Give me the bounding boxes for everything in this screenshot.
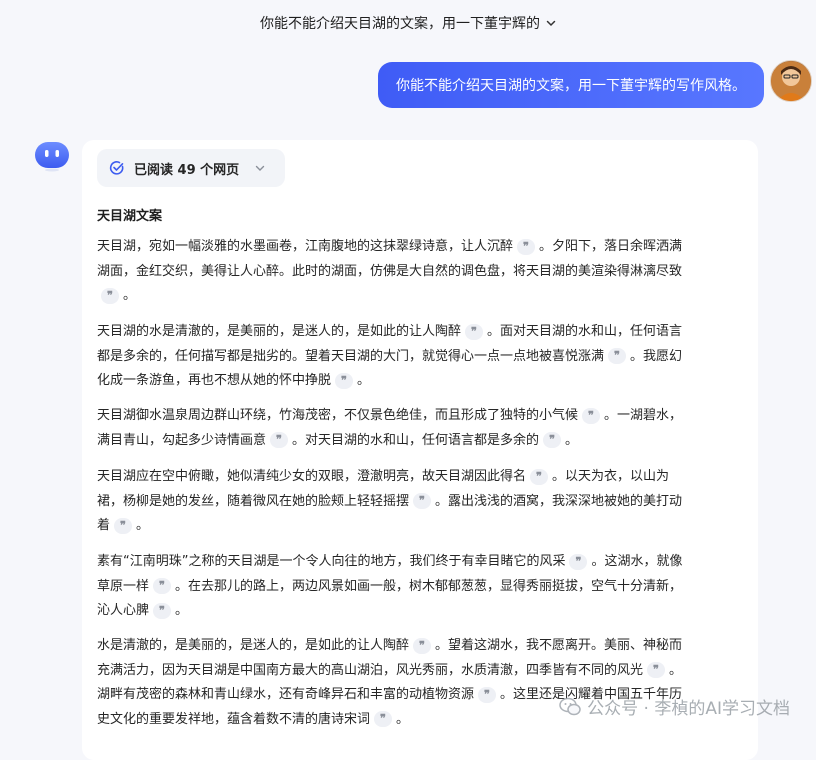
citation-quote-icon[interactable]: ❞ [153,602,172,619]
citation-quote-icon[interactable]: ❞ [569,553,588,570]
answer-paragraph: 天目湖御水温泉周边群山环绕，竹海茂密，不仅景色绝佳，而且形成了独特的小气候 ❞ 。一… [97,404,747,453]
answer-line: 天目湖，宛如一幅淡雅的水墨画卷，江南腹地的这抹翠绿诗意，让人沉醉 ❞ 。夕阳下，落日… [97,235,747,260]
answer-text: 。面对天目湖的水和山，任何语言 [487,324,683,339]
answer-line: 天目湖的水是清澈的，是美丽的，是迷人的，是如此的让人陶醉 ❞ 。面对天目湖的水和山，… [97,320,747,345]
answer-text: 天目湖的水是清澈的，是美丽的，是迷人的，是如此的让人陶醉 [97,324,462,339]
answer-line: 素有“江南明珠”之称的天目湖是一个令人向往的地方，我们终于有幸目睹它的风采 ❞ 。这… [97,550,747,575]
citation-quote-icon[interactable]: ❞ [270,432,289,448]
answer-heading: 天目湖文案 [97,209,163,224]
answer-text: 。 [123,288,137,303]
citation-quote-icon[interactable]: ❞ [465,323,484,340]
answer-text: 。 [357,373,371,388]
answer-line: ❞。 [97,284,747,309]
citation-quote-icon[interactable]: ❞ [517,238,536,255]
answer-text: 。 [175,603,189,618]
sources-read-label: 已阅读 49 个网页 [134,162,240,178]
user-avatar[interactable] [770,60,812,102]
answer-text: 天目湖应在空中俯瞰，她似清纯少女的双眼，澄澈明亮，故天目湖因此得名 [97,469,527,484]
answer-line: 天目湖御水温泉周边群山环绕，竹海茂密，不仅景色绝佳，而且形成了独特的小气候 ❞ 。一… [97,404,747,429]
answer-line: 都是多余的，任何描写都是拙劣的。望着天目湖的大门，就觉得心一点一点地被喜悦涨满 ❞… [97,345,747,370]
answer-text: 裙，杨柳是她的发丝，随着微风在她的脸颊上轻轻摇摆 [97,493,410,509]
answer-text: 。这湖水，就像 [591,554,683,569]
user-message-row: 你能不能介绍天目湖的文案，用一下董宇辉的写作风格。 [0,60,816,110]
citation-quote-icon[interactable]: ❞ [413,637,432,654]
answer-text: 水是清澈的，是美丽的，是迷人的，是如此的让人陶醉 [97,638,410,653]
answer-text: 天目湖御水温泉周边群山环绕，竹海茂密，不仅景色绝佳，而且形成了独特的小气候 [97,408,579,423]
answer-line: 沁人心脾 ❞。 [97,599,747,624]
answer-text: 满目青山，勾起多少诗情画意 [97,432,267,448]
answer-line: 水是清澈的，是美丽的，是迷人的，是如此的让人陶醉 ❞ 。望着这湖水，我不愿离开。美丽… [97,634,747,659]
check-circle-icon [109,160,125,176]
answer-paragraph: 天目湖的水是清澈的，是美丽的，是迷人的，是如此的让人陶醉 ❞ 。面对天目湖的水和山，… [97,320,747,394]
user-message-text: 你能不能介绍天目湖的文案，用一下董宇辉的写作风格。 [396,78,746,94]
answer-text: 。夕阳下，落日余晖洒满 [539,239,683,254]
answer-text: 草原一样 [97,578,150,594]
assistant-avatar-icon [34,140,70,172]
citation-quote-icon[interactable]: ❞ [101,287,119,304]
answer-text: 。望着这湖水，我不愿离开。美丽、神秘而 [435,638,683,653]
citation-quote-icon[interactable]: ❞ [647,662,666,678]
answer-text: 。一湖碧水， [604,408,683,423]
answer-text: 。对天目湖的水和山，任何语言都是多余的 [292,432,540,448]
wechat-icon [559,697,581,717]
citation-quote-icon[interactable]: ❞ [543,432,562,448]
answer-paragraph: 天目湖，宛如一幅淡雅的水墨画卷，江南腹地的这抹翠绿诗意，让人沉醉 ❞ 。夕阳下，落日… [97,235,747,309]
sources-read-toggle[interactable]: 已阅读 49 个网页 [97,149,285,187]
answer-text: 充满活力，因为天目湖是中国南方最大的高山湖泊，风光秀丽，水质清澈，四季皆有不同的… [97,662,644,678]
answer-text: 。以天为衣，以山为 [552,469,670,484]
chevron-down-icon [255,163,265,173]
answer-text: 。我愿幻 [630,348,683,364]
citation-quote-icon[interactable]: ❞ [114,517,133,534]
answer-text: 天目湖，宛如一幅淡雅的水墨画卷，江南腹地的这抹翠绿诗意，让人沉醉 [97,239,514,254]
answer-text: 。在去那儿的路上，两边风景如画一般，树木郁郁葱葱，显得秀丽挺拔，空气十分清新， [175,578,683,594]
user-message-bubble: 你能不能介绍天目湖的文案，用一下董宇辉的写作风格。 [378,62,764,108]
answer-line: 满目青山，勾起多少诗情画意 ❞ 。对天目湖的水和山，任何语言都是多余的 ❞。 [97,429,747,454]
assistant-answer-card: 已阅读 49 个网页 天目湖文案 天目湖，宛如一幅淡雅的水墨画卷，江南腹地的这抹… [82,140,758,760]
answer-line: 裙，杨柳是她的发丝，随着微风在她的脸颊上轻轻摇摆 ❞ 。露出浅浅的酒窝，我深深地被她… [97,490,747,515]
conversation-title[interactable]: 你能不能介绍天目湖的文案，用一下董宇辉的 [260,13,540,33]
answer-text: 。 [565,432,579,448]
answer-line: 化成一条游鱼，再也不想从她的怀中挣脱 ❞。 [97,369,747,394]
citation-quote-icon[interactable]: ❞ [413,493,432,509]
answer-text: 着 [97,518,111,533]
answer-text: 。 [136,518,150,533]
answer-text: 。 [396,711,410,727]
citation-quote-icon[interactable]: ❞ [582,407,601,424]
answer-text: 。 [669,662,683,678]
citation-quote-icon[interactable]: ❞ [335,372,354,389]
citation-quote-icon[interactable]: ❞ [608,348,627,364]
answer-text: 史文化的重要发祥地，蕴含着数不清的唐诗宋词 [97,711,371,727]
citation-quote-icon[interactable]: ❞ [153,578,172,594]
answer-text: 湖面，金红交织，美得让人心醉。此时的湖面，仿佛是大自然的调色盘，将天目湖的美渲染… [97,263,683,279]
watermark: 公众号 · 李楨的AI学习文档 [559,694,790,719]
answer-line: 天目湖应在空中俯瞰，她似清纯少女的双眼，澄澈明亮，故天目湖因此得名 ❞ 。以天为衣，… [97,465,747,490]
answer-text: 。露出浅浅的酒窝，我深深地被她的美打动 [435,493,683,509]
watermark-text: 公众号 · 李楨的AI学习文档 [587,699,790,719]
answer-text: 湖畔有茂密的森林和青山绿水，还有奇峰异石和丰富的动植物资源 [97,687,475,702]
answer-line: 草原一样 ❞ 。在去那儿的路上，两边风景如画一般，树木郁郁葱葱，显得秀丽挺拔，空气十… [97,575,747,600]
answer-text: 化成一条游鱼，再也不想从她的怀中挣脱 [97,373,332,388]
citation-quote-icon[interactable]: ❞ [478,686,497,703]
answer-line: 充满活力，因为天目湖是中国南方最大的高山湖泊，风光秀丽，水质清澈，四季皆有不同的… [97,659,747,684]
answer-line: 着 ❞。 [97,514,747,539]
citation-quote-icon[interactable]: ❞ [374,711,393,727]
answer-paragraph: 素有“江南明珠”之称的天目湖是一个令人向往的地方，我们终于有幸目睹它的风采 ❞ 。这… [97,550,747,624]
citation-quote-icon[interactable]: ❞ [530,468,549,485]
answer-line: 湖面，金红交织，美得让人心醉。此时的湖面，仿佛是大自然的调色盘，将天目湖的美渲染… [97,260,747,285]
answer-paragraph: 天目湖应在空中俯瞰，她似清纯少女的双眼，澄澈明亮，故天目湖因此得名 ❞ 。以天为衣，… [97,465,747,539]
answer-text: 都是多余的，任何描写都是拙劣的。望着天目湖的大门，就觉得心一点一点地被喜悦涨满 [97,348,605,364]
answer-text: 沁人心脾 [97,603,150,618]
conversation-title-bar[interactable]: 你能不能介绍天目湖的文案，用一下董宇辉的 [0,0,816,46]
chevron-down-icon[interactable] [546,18,556,28]
answer-text: 素有“江南明珠”之称的天目湖是一个令人向往的地方，我们终于有幸目睹它的风采 [97,554,566,569]
